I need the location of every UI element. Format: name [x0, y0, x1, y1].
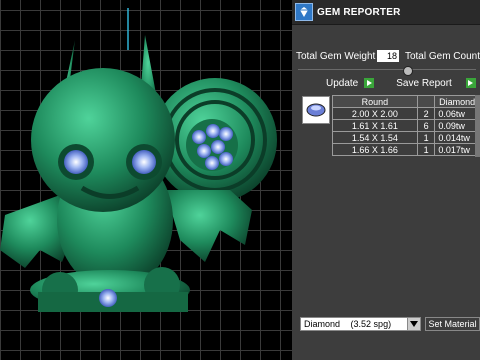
- material-selected: Diamond: [304, 319, 341, 329]
- dropdown-arrow-icon[interactable]: [406, 318, 420, 330]
- col-header-round: Round: [332, 95, 418, 108]
- row-qty: 2: [416, 107, 436, 120]
- save-report-button[interactable]: Save Report: [374, 78, 452, 89]
- row-qty: 1: [416, 143, 436, 156]
- material-select[interactable]: Diamond (3.52 spg): [300, 317, 421, 331]
- row-carat: 0.017tw: [434, 143, 480, 156]
- material-row: Diamond (3.52 spg) Set Material: [300, 316, 480, 332]
- belly-gem: [99, 289, 117, 307]
- eye-gem-left: [64, 150, 88, 174]
- creature-head: [31, 35, 175, 212]
- gem-thumbnail-icon: [302, 96, 330, 124]
- row-size: 2.00 X 2.00: [332, 107, 418, 120]
- slider-knob[interactable]: [403, 66, 413, 76]
- panel-title: GEM REPORTER: [317, 6, 401, 18]
- total-count-label: Total Gem Count: [404, 50, 480, 62]
- row-size: 1.61 X 1.61: [332, 119, 418, 132]
- play-icon[interactable]: [364, 78, 375, 88]
- right-wing: [165, 190, 252, 262]
- col-header-diamond: Diamond: [434, 95, 480, 108]
- table-row[interactable]: 1.66 X 1.66 1 0.017tw: [332, 143, 480, 156]
- gem-table: Round Diamond 2.00 X 2.00 2 0.06tw 1.61 …: [332, 95, 480, 156]
- 3d-viewport[interactable]: [0, 0, 292, 360]
- table-row[interactable]: 2.00 X 2.00 2 0.06tw: [332, 107, 480, 120]
- gem-reporter-icon: [295, 3, 313, 21]
- panel-slider[interactable]: [298, 66, 476, 76]
- total-weight-label: Total Gem Weight: [296, 50, 376, 62]
- model-canvas: [0, 8, 277, 312]
- row-size: 1.54 X 1.54: [332, 131, 418, 144]
- table-row[interactable]: 1.54 X 1.54 1 0.014tw: [332, 131, 480, 144]
- col-header-qty: [416, 95, 436, 108]
- row-carat: 0.06tw: [434, 107, 480, 120]
- row-size: 1.66 X 1.66: [332, 143, 418, 156]
- row-qty: 6: [416, 119, 436, 132]
- update-button[interactable]: Update: [292, 78, 358, 89]
- play-icon[interactable]: [465, 78, 476, 88]
- panel-header: GEM REPORTER: [292, 0, 480, 25]
- row-qty: 1: [416, 131, 436, 144]
- action-row: Update Save Report: [292, 76, 480, 90]
- material-spg: (3.52 spg): [350, 319, 392, 329]
- total-weight-value[interactable]: 18: [377, 50, 399, 62]
- eye-gem-right: [132, 150, 156, 174]
- table-row[interactable]: 1.61 X 1.61 6 0.09tw: [332, 119, 480, 132]
- set-material-button[interactable]: Set Material: [424, 317, 480, 331]
- table-scrollbar[interactable]: [475, 95, 480, 157]
- row-carat: 0.09tw: [434, 119, 480, 132]
- row-carat: 0.014tw: [434, 131, 480, 144]
- weight-row: Total Gem Weight 18 Total Gem Count: [292, 48, 480, 64]
